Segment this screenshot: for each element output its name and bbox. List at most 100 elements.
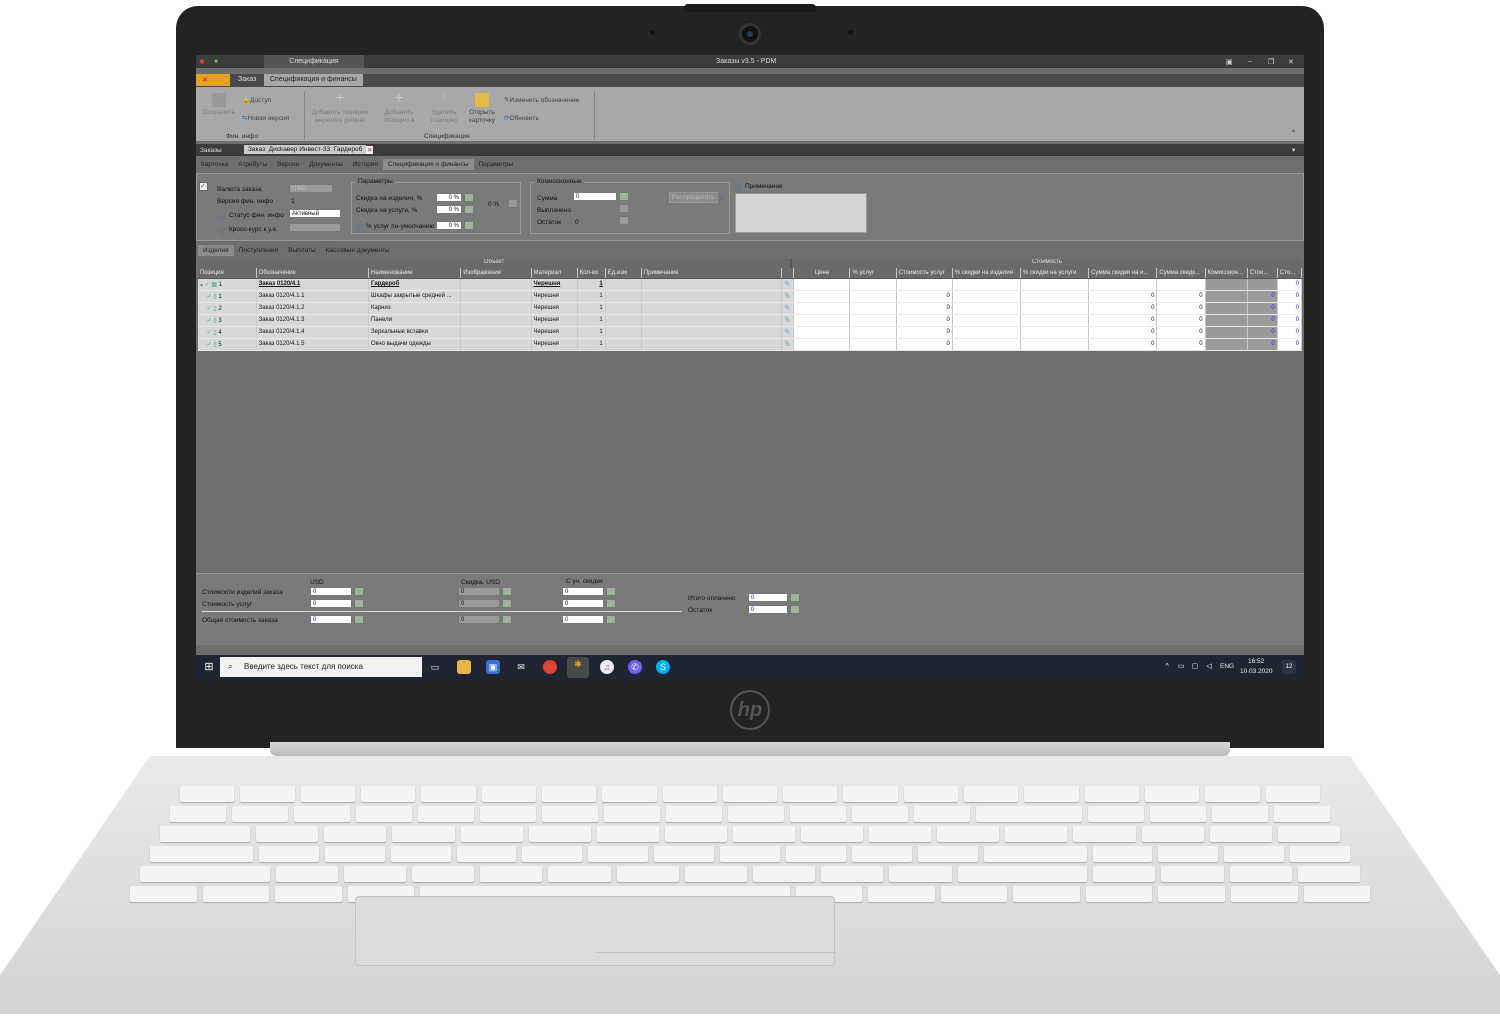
cell-unit[interactable] xyxy=(605,326,642,339)
language-indicator[interactable]: ENG xyxy=(1220,663,1234,670)
cell-disc-sum[interactable]: 0 xyxy=(1088,314,1158,327)
cell-commission[interactable] xyxy=(1205,314,1248,327)
cell-material[interactable]: Черешня xyxy=(531,338,578,351)
cell-qty[interactable]: 1 xyxy=(577,278,606,291)
cell-unit[interactable] xyxy=(605,314,642,327)
cell-disc-items[interactable] xyxy=(952,302,1022,315)
services-cost-usd[interactable]: 0 xyxy=(310,599,352,608)
viber-icon[interactable]: ✆ xyxy=(628,660,642,674)
attach-icon[interactable]: 📎 xyxy=(781,302,795,315)
cell-price[interactable] xyxy=(793,290,851,303)
cell-material[interactable]: Черешня xyxy=(531,290,578,303)
col-cost2[interactable]: Сто... xyxy=(1277,268,1302,279)
cell-name[interactable]: Шкафы закрытые средней ... xyxy=(368,290,462,303)
cell-unit[interactable] xyxy=(605,278,642,291)
spin-button[interactable] xyxy=(502,615,512,624)
cell-services-pct[interactable] xyxy=(849,290,897,303)
close-icon[interactable]: ✕ xyxy=(1288,58,1294,66)
cell-cost[interactable]: 0 xyxy=(1247,314,1278,327)
col-disc-sum[interactable]: Сумма скидки на и... xyxy=(1088,268,1158,279)
disc-services-field[interactable]: 0 % xyxy=(436,205,462,214)
cell-image[interactable] xyxy=(460,326,532,339)
calc-button[interactable] xyxy=(508,199,518,208)
cell-services-cost[interactable]: 0 xyxy=(896,290,953,303)
cell-price[interactable] xyxy=(793,278,851,291)
cell-material[interactable]: Черешня xyxy=(531,278,578,291)
chrome-icon[interactable] xyxy=(543,660,557,674)
cell-disc-sum[interactable]: 0 xyxy=(1088,326,1158,339)
currency-field[interactable]: USD xyxy=(289,184,333,193)
mail-icon[interactable]: ✉ xyxy=(514,660,528,674)
refresh-button[interactable]: ⟳Обновить xyxy=(504,115,539,123)
cell-qty[interactable]: 1 xyxy=(577,314,606,327)
cell-code[interactable]: Заказ 0120/4.1.1 xyxy=(256,290,370,303)
cell-note[interactable] xyxy=(641,314,783,327)
table-row[interactable]: ✓ ▯ 3 Заказ 0120/4.1.3 Панели Черешня 1 📎 0 0 0 0… xyxy=(198,314,1302,327)
cell-cost2[interactable]: 0 xyxy=(1277,278,1302,291)
tab-spec-finance-sub[interactable]: Спецификация и финансы xyxy=(382,159,474,170)
tab-versions[interactable]: Версии xyxy=(272,159,304,170)
cell-services-pct[interactable] xyxy=(849,326,897,339)
spin-button[interactable] xyxy=(606,599,616,608)
col-cost[interactable]: Стои... xyxy=(1247,268,1278,279)
cell-unit[interactable] xyxy=(605,302,642,315)
tree-icons[interactable]: ✓ ▯ xyxy=(200,294,218,300)
cell-note[interactable] xyxy=(641,338,783,351)
cell-price[interactable] xyxy=(793,326,851,339)
cell-disc-sum[interactable]: 0 xyxy=(1088,290,1158,303)
tab-items[interactable]: Изделия xyxy=(198,245,234,256)
cell-disc-sum2[interactable]: 0 xyxy=(1156,302,1206,315)
col-services-pct[interactable]: % услуг xyxy=(849,268,897,279)
spin-button[interactable] xyxy=(619,204,629,213)
col-note[interactable]: Примечание xyxy=(641,268,783,279)
attach-icon[interactable]: 📎 xyxy=(781,326,795,339)
cell-image[interactable] xyxy=(460,290,532,303)
volume-icon[interactable]: ◁ xyxy=(1202,660,1216,674)
maximize-icon[interactable]: ❐ xyxy=(1268,58,1274,66)
col-position[interactable]: Позиция xyxy=(198,268,257,279)
cell-disc-services[interactable] xyxy=(1020,290,1090,303)
cell-note[interactable] xyxy=(641,290,783,303)
cell-services-cost[interactable]: 0 xyxy=(896,302,953,315)
store-icon[interactable]: ▣ xyxy=(486,660,500,674)
cell-disc-services[interactable] xyxy=(1020,314,1090,327)
network-icon[interactable]: ▢ xyxy=(1188,660,1202,674)
table-row[interactable]: ✓ ▯ 1 Заказ 0120/4.1.1 Шкафы закрытые сред… xyxy=(198,290,1302,303)
col-qty[interactable]: Кол-во xyxy=(577,268,606,279)
rate-field[interactable] xyxy=(289,223,341,232)
access-button[interactable]: 🔒Доступ xyxy=(242,97,271,105)
col-disc-services[interactable]: % скидки на услуги xyxy=(1020,268,1090,279)
cell-position[interactable]: ✓ ▯ 5 xyxy=(198,338,257,351)
tab-menu-icon[interactable]: ▾ xyxy=(1292,146,1295,154)
tree-icons[interactable]: ▴ ✓ ▦ xyxy=(200,282,219,288)
cell-disc-sum2[interactable] xyxy=(1156,278,1206,291)
cell-services-cost[interactable] xyxy=(896,278,953,291)
tree-icons[interactable]: ✓ ▯ xyxy=(200,342,218,348)
table-row[interactable]: ✓ ▯ 5 Заказ 0120/4.1.5 Окно выдачи одежды Ч… xyxy=(198,338,1302,351)
close-tab-icon[interactable]: ✕ xyxy=(366,146,374,154)
col-disc-items[interactable]: % скидки на изделия xyxy=(952,268,1022,279)
tab-spec-finance[interactable]: Спецификация и финансы xyxy=(264,74,363,86)
spin-button[interactable] xyxy=(502,599,512,608)
cell-disc-items[interactable] xyxy=(952,338,1022,351)
cell-services-pct[interactable] xyxy=(849,338,897,351)
tab-orders[interactable]: Заказы xyxy=(200,147,222,154)
cell-disc-services[interactable] xyxy=(1020,326,1090,339)
cell-image[interactable] xyxy=(460,278,532,291)
cell-disc-sum2[interactable]: 0 xyxy=(1156,326,1206,339)
tree-icons[interactable]: ✓ ▯ xyxy=(200,318,218,324)
cell-disc-items[interactable] xyxy=(952,278,1022,291)
cell-qty[interactable]: 1 xyxy=(577,302,606,315)
cell-cost[interactable]: 0 xyxy=(1247,290,1278,303)
col-image[interactable]: Изображение xyxy=(460,268,532,279)
cell-cost2[interactable]: 0 xyxy=(1277,290,1302,303)
notes-field[interactable] xyxy=(735,193,867,233)
pdm-app-icon[interactable]: ✱ xyxy=(567,657,589,678)
col-code[interactable]: Обозначение xyxy=(256,268,370,279)
disc-items-field[interactable]: 0 % xyxy=(436,193,462,202)
cell-price[interactable] xyxy=(793,314,851,327)
cell-services-pct[interactable] xyxy=(849,278,897,291)
cell-commission[interactable] xyxy=(1205,326,1248,339)
cell-disc-sum2[interactable]: 0 xyxy=(1156,290,1206,303)
cell-code[interactable]: Заказ 0120/4.1.5 xyxy=(256,338,370,351)
